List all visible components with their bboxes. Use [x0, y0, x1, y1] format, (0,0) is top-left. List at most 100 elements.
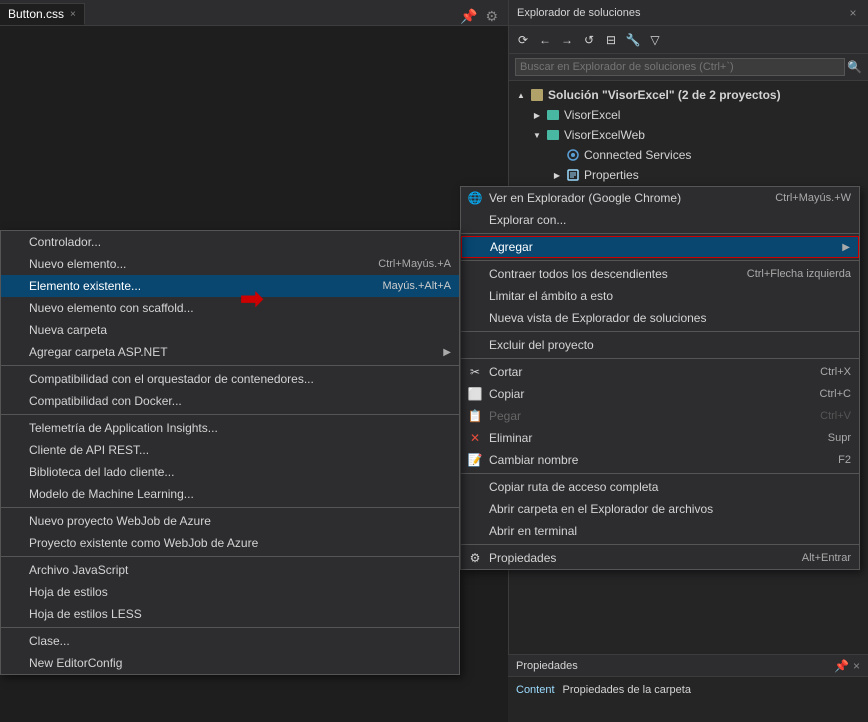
- cm-sub-webjob-existente[interactable]: Proyecto existente como WebJob de Azure: [1, 532, 459, 554]
- cm-contraer[interactable]: Contraer todos los descendientes Ctrl+Fl…: [461, 263, 859, 285]
- cm-excluir-label: Excluir del proyecto: [489, 338, 594, 352]
- cm-rename-icon: 📝: [467, 452, 483, 468]
- cm-copiar-ruta[interactable]: Copiar ruta de acceso completa: [461, 476, 859, 498]
- props-pin-btn[interactable]: 📌: [834, 659, 849, 673]
- tree-visorexcelweb[interactable]: ▼ VisorExcelWeb: [509, 125, 868, 145]
- cm-eliminar-shortcut: Supr: [808, 432, 851, 444]
- cm-cambiar-nombre-shortcut: F2: [818, 454, 851, 466]
- cm-sub-elemento-existente[interactable]: Elemento existente... Mayús.+Alt+A: [1, 275, 459, 297]
- active-tab[interactable]: Button.css ×: [0, 3, 85, 25]
- cm-sub-clase[interactable]: Clase...: [1, 630, 459, 652]
- se-back-btn[interactable]: ←: [535, 30, 555, 50]
- cm-abrir-terminal[interactable]: Abrir en terminal: [461, 520, 859, 542]
- cm-eliminar[interactable]: ✕ Eliminar Supr: [461, 427, 859, 449]
- cm-cortar[interactable]: ✂ Cortar Ctrl+X: [461, 361, 859, 383]
- cm-sub-docker[interactable]: Compatibilidad con Docker...: [1, 390, 459, 412]
- cm-sub-elemento-existente-label: Elemento existente...: [29, 279, 141, 293]
- cm-sub-js-label: Archivo JavaScript: [29, 563, 128, 577]
- props-content: Content Propiedades de la carpeta: [508, 677, 868, 703]
- tree-properties[interactable]: ▶ Properties: [509, 165, 868, 185]
- context-menu: 🌐 Ver en Explorador (Google Chrome) Ctrl…: [460, 186, 860, 570]
- cm-abrir-carpeta[interactable]: Abrir carpeta en el Explorador de archiv…: [461, 498, 859, 520]
- props-close-btn[interactable]: ×: [853, 659, 860, 673]
- se-search-input[interactable]: [515, 58, 845, 76]
- cm-copiar-ruta-label: Copiar ruta de acceso completa: [489, 480, 658, 494]
- cm-ver-shortcut: Ctrl+Mayús.+W: [755, 192, 851, 204]
- cm-sub-nuevo-shortcut: Ctrl+Mayús.+A: [358, 258, 451, 270]
- cm-propiedades[interactable]: ⚙ Propiedades Alt+Entrar: [461, 547, 859, 569]
- cm-sub-nuevo-scaffold-label: Nuevo elemento con scaffold...: [29, 301, 194, 315]
- se-filter-btn[interactable]: ▽: [645, 30, 665, 50]
- cm-sub-js[interactable]: Archivo JavaScript: [1, 559, 459, 581]
- cm-sub-nuevo-scaffold[interactable]: Nuevo elemento con scaffold...: [1, 297, 459, 319]
- pin-icon[interactable]: 📌: [458, 8, 479, 25]
- se-props-btn[interactable]: 🔧: [623, 30, 643, 50]
- se-close-btn[interactable]: ×: [846, 6, 860, 20]
- cm-sub-clase-label: Clase...: [29, 634, 70, 648]
- cm-sub-nueva-carpeta-label: Nueva carpeta: [29, 323, 107, 337]
- cm-main-sep4: [461, 358, 859, 359]
- connected-icon: [565, 147, 581, 163]
- cm-sub-controlador[interactable]: Controlador...: [1, 231, 459, 253]
- se-title-buttons: ×: [846, 6, 860, 20]
- cm-copiar[interactable]: ⬜ Copiar Ctrl+C: [461, 383, 859, 405]
- cm-sub-css[interactable]: Hoja de estilos: [1, 581, 459, 603]
- cm-copiar-shortcut: Ctrl+C: [800, 388, 851, 400]
- cm-sep-4: [1, 556, 459, 557]
- cm-sub-api-rest[interactable]: Cliente de API REST...: [1, 439, 459, 461]
- cm-sub-orquestador[interactable]: Compatibilidad con el orquestador de con…: [1, 368, 459, 390]
- cm-copy-icon: ⬜: [467, 386, 483, 402]
- cm-sub-biblioteca[interactable]: Biblioteca del lado cliente...: [1, 461, 459, 483]
- sub-context-menu: Controlador... Nuevo elemento... Ctrl+Ma…: [0, 230, 460, 675]
- cm-pegar: 📋 Pegar Ctrl+V: [461, 405, 859, 427]
- solution-label: Solución "VisorExcel" (2 de 2 proyectos): [548, 88, 781, 102]
- cm-sub-biblioteca-label: Biblioteca del lado cliente...: [29, 465, 174, 479]
- se-toolbar: ⟳ ← → ↺ ⊟ 🔧 ▽: [509, 26, 868, 54]
- solution-icon: [529, 87, 545, 103]
- cm-abrir-carpeta-label: Abrir carpeta en el Explorador de archiv…: [489, 502, 713, 516]
- visorexcelweb-icon: [545, 127, 561, 143]
- cm-sub-nuevo-elemento-label: Nuevo elemento...: [29, 257, 126, 271]
- cm-sub-less-label: Hoja de estilos LESS: [29, 607, 142, 621]
- cm-pegar-label: Pegar: [489, 409, 521, 423]
- cm-sub-ml[interactable]: Modelo de Machine Learning...: [1, 483, 459, 505]
- se-collapse-btn[interactable]: ⊟: [601, 30, 621, 50]
- props-val: Propiedades de la carpeta: [563, 684, 691, 696]
- se-title: Explorador de soluciones: [517, 7, 641, 19]
- tree-solution[interactable]: ▲ Solución "VisorExcel" (2 de 2 proyecto…: [509, 85, 868, 105]
- cm-main-sep3: [461, 331, 859, 332]
- se-search-icon[interactable]: 🔍: [847, 60, 862, 74]
- cm-pegar-shortcut: Ctrl+V: [800, 410, 851, 422]
- cm-agregar-arrow: ▶: [842, 242, 850, 253]
- cm-ver-explorador[interactable]: 🌐 Ver en Explorador (Google Chrome) Ctrl…: [461, 187, 859, 209]
- cm-sub-less[interactable]: Hoja de estilos LESS: [1, 603, 459, 625]
- tab-close-btn[interactable]: ×: [70, 9, 76, 20]
- cm-sub-telemetria[interactable]: Telemetría de Application Insights...: [1, 417, 459, 439]
- cm-sub-telemetria-label: Telemetría de Application Insights...: [29, 421, 218, 435]
- cm-limitar-label: Limitar el ámbito a esto: [489, 289, 613, 303]
- cm-sub-nueva-carpeta[interactable]: Nueva carpeta: [1, 319, 459, 341]
- settings-icon[interactable]: ⚙: [483, 8, 500, 25]
- cm-sub-webjob-nuevo[interactable]: Nuevo proyecto WebJob de Azure: [1, 510, 459, 532]
- tab-toolbar: 📌 ⚙: [458, 8, 508, 25]
- cm-sub-carpeta-asp[interactable]: Agregar carpeta ASP.NET ▶: [1, 341, 459, 363]
- cm-sep-3: [1, 507, 459, 508]
- cm-cambiar-nombre[interactable]: 📝 Cambiar nombre F2: [461, 449, 859, 471]
- se-sync-btn[interactable]: ⟳: [513, 30, 533, 50]
- cm-nueva-vista[interactable]: Nueva vista de Explorador de soluciones: [461, 307, 859, 329]
- cm-excluir[interactable]: Excluir del proyecto: [461, 334, 859, 356]
- cm-contraer-shortcut: Ctrl+Flecha izquierda: [727, 268, 851, 280]
- se-forward-btn[interactable]: →: [557, 30, 577, 50]
- cm-agregar[interactable]: Agregar ▶: [461, 236, 859, 258]
- tree-visorexcel[interactable]: ▶ VisorExcel: [509, 105, 868, 125]
- connected-label: Connected Services: [584, 148, 691, 162]
- cm-explorar-con[interactable]: Explorar con...: [461, 209, 859, 231]
- cm-limitar[interactable]: Limitar el ámbito a esto: [461, 285, 859, 307]
- cm-props-icon: ⚙: [467, 550, 483, 566]
- cm-sub-editorconfig[interactable]: New EditorConfig: [1, 652, 459, 674]
- se-refresh-btn[interactable]: ↺: [579, 30, 599, 50]
- cm-sub-controlador-label: Controlador...: [29, 235, 101, 249]
- cm-sub-nuevo-elemento[interactable]: Nuevo elemento... Ctrl+Mayús.+A: [1, 253, 459, 275]
- tree-connected-services[interactable]: Connected Services: [509, 145, 868, 165]
- cm-main-sep1: [461, 233, 859, 234]
